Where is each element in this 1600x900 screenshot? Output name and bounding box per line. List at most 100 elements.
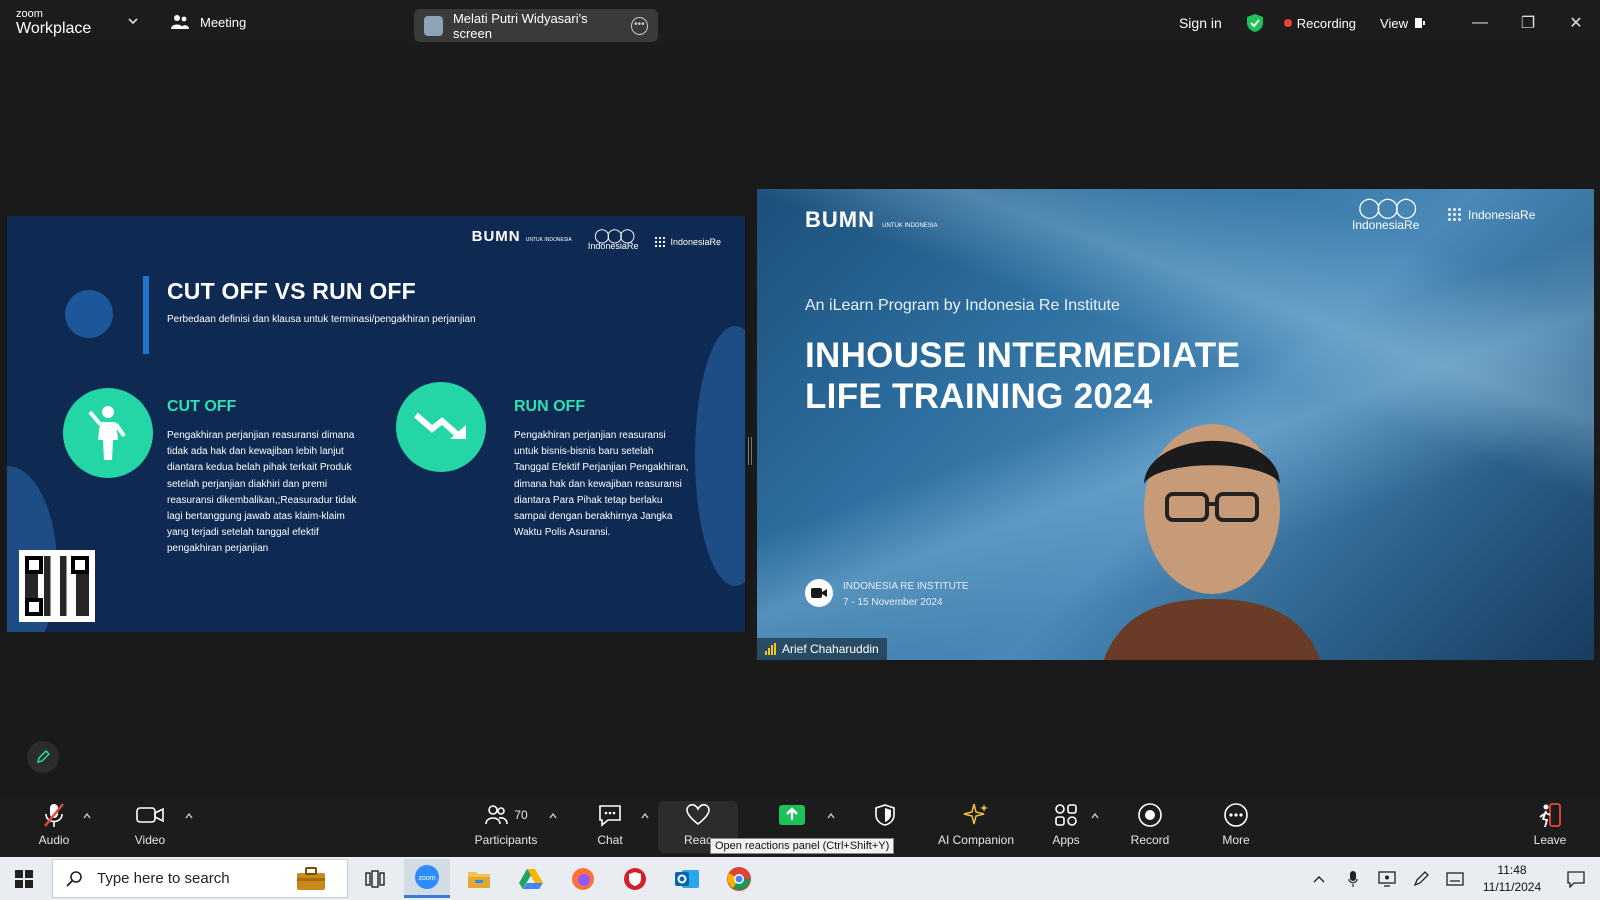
body-line: lagi bertanggung jawab atas klaim-klaim xyxy=(167,511,345,523)
more-options-icon[interactable]: ••• xyxy=(630,16,648,35)
participant-name-tag: Arief Chaharuddin xyxy=(757,638,887,660)
share-screen-icon xyxy=(779,805,805,825)
record-icon xyxy=(1138,803,1162,827)
leave-label: Leave xyxy=(1533,833,1567,847)
bumn-logo-text: BUMN xyxy=(805,207,875,232)
zoom-logo: zoom Workplace xyxy=(16,9,91,37)
windows-taskbar: Type here to search zoom 11:48 11/11/202… xyxy=(0,857,1600,900)
run-off-heading: RUN OFF xyxy=(514,398,586,415)
participants-icon xyxy=(485,805,509,825)
bumn-logo-text: BUMN xyxy=(471,228,521,245)
view-menu[interactable]: View xyxy=(1380,16,1426,31)
event-org: INDONESIA RE INSTITUTE xyxy=(843,581,969,592)
pen-icon[interactable] xyxy=(1404,857,1438,900)
task-view-icon[interactable] xyxy=(352,859,398,898)
meeting-menu[interactable]: Meeting xyxy=(170,14,246,30)
apps-button[interactable]: Apps xyxy=(1026,801,1106,853)
more-button[interactable]: More xyxy=(1196,801,1276,853)
more-label: More xyxy=(1222,833,1250,847)
body-line: diantara Para Pihak tetap berlaku xyxy=(514,494,663,506)
close-icon[interactable]: ✕ xyxy=(1552,0,1600,46)
body-line: Pengakhiran perjanjian reasuransi xyxy=(514,430,666,441)
microphone-icon[interactable] xyxy=(1336,857,1370,900)
presenter-avatar xyxy=(424,15,443,36)
annotate-pencil-icon[interactable] xyxy=(27,741,59,773)
qr-finder xyxy=(25,556,43,574)
sparkle-icon xyxy=(963,803,988,825)
chat-button[interactable]: Chat xyxy=(570,801,650,853)
clock-time: 11:48 xyxy=(1497,862,1527,877)
body-line: Waktu Polis Asuransi. xyxy=(514,527,611,539)
chevron-up-icon[interactable] xyxy=(1302,857,1336,900)
rings-icon: ◯◯◯ xyxy=(1358,197,1417,219)
brand-top: zoom xyxy=(16,8,43,20)
sign-in-link[interactable]: Sign in xyxy=(1179,15,1222,31)
people-icon xyxy=(171,15,189,29)
security-app-icon[interactable] xyxy=(612,859,658,898)
chevron-up-icon[interactable] xyxy=(82,811,92,821)
body-line: diantara kedua belah pihak terkait Produ… xyxy=(167,462,352,474)
indonesia-re-institute-logo: IndonesiaRe xyxy=(1447,207,1535,223)
video-button[interactable]: Video xyxy=(110,801,190,853)
body-line: dimana hak dan kewajiban reasuransi xyxy=(514,478,682,490)
view-label: View xyxy=(1380,15,1408,31)
security-shield-icon[interactable] xyxy=(1246,13,1264,33)
record-label: Record xyxy=(1130,833,1170,847)
restore-icon[interactable]: ❐ xyxy=(1504,0,1552,46)
zoom-app-icon[interactable]: zoom xyxy=(404,859,450,898)
participants-count: 70 xyxy=(514,808,528,822)
recording-label: Recording xyxy=(1296,15,1357,31)
keyboard-icon[interactable] xyxy=(1438,857,1472,900)
google-drive-icon[interactable] xyxy=(508,859,554,898)
notifications-icon[interactable] xyxy=(1552,857,1600,900)
indonesia-re-logo-text: IndonesiaRe xyxy=(1352,218,1420,232)
leave-button[interactable]: Leave xyxy=(1510,801,1590,853)
chevron-up-icon[interactable] xyxy=(548,811,558,821)
body-line: pengakhiran perjanjian xyxy=(167,543,269,555)
body-line: Tanggal Efektif Perjanjian Pengakhiran, xyxy=(514,462,689,474)
participants-button[interactable]: 70 Participants xyxy=(456,801,556,853)
security-shield-icon xyxy=(875,804,895,826)
chevron-down-icon[interactable] xyxy=(126,14,140,28)
cut-off-heading: CUT OFF xyxy=(167,398,237,415)
chevron-up-icon[interactable] xyxy=(640,811,650,821)
outlook-icon[interactable] xyxy=(664,859,710,898)
minimize-icon[interactable]: — xyxy=(1456,0,1504,46)
system-clock[interactable]: 11:48 11/11/2024 xyxy=(1472,862,1552,896)
clock-date: 11/11/2024 xyxy=(1482,879,1542,894)
chrome-icon[interactable] xyxy=(716,859,762,898)
rings-icon: ◯◯◯ xyxy=(594,227,635,243)
reactions-tooltip: Open reactions panel (Ctrl+Shift+Y) xyxy=(710,838,895,854)
chevron-up-icon[interactable] xyxy=(1090,811,1100,821)
chevron-up-icon[interactable] xyxy=(826,811,836,821)
screen-share-indicator[interactable]: Melati Putri Widyasari's screen ••• xyxy=(414,9,658,42)
chevron-up-icon[interactable] xyxy=(184,811,194,821)
signal-bars-icon xyxy=(765,643,776,655)
svg-text:zoom: zoom xyxy=(418,875,435,882)
leave-icon xyxy=(1539,803,1561,828)
taskbar-search-box[interactable]: Type here to search xyxy=(52,859,348,898)
recording-indicator[interactable]: Recording xyxy=(1283,15,1357,31)
firefox-icon[interactable] xyxy=(560,859,606,898)
indonesia-re-logo-text: IndonesiaRe xyxy=(587,241,639,251)
participant-video[interactable]: BUMN UNTUK INDONESIA ◯◯◯ IndonesiaRe Indo… xyxy=(757,189,1594,660)
file-explorer-icon[interactable] xyxy=(456,859,502,898)
briefcase-icon xyxy=(297,866,325,890)
audio-button[interactable]: Audio xyxy=(14,801,94,853)
qr-code xyxy=(19,550,95,622)
qr-finder xyxy=(71,556,89,574)
slide-title: CUT OFF VS RUN OFF xyxy=(167,278,416,304)
share-label: Melati Putri Widyasari's screen xyxy=(452,10,588,41)
screen-capture-icon[interactable] xyxy=(1370,857,1404,900)
apps-icon xyxy=(1055,804,1077,826)
qr-finder xyxy=(25,598,43,616)
windows-start-icon[interactable] xyxy=(0,857,48,900)
speaker-silhouette xyxy=(1103,424,1321,660)
search-placeholder: Type here to search xyxy=(97,870,230,887)
record-button[interactable]: Record xyxy=(1110,801,1190,853)
zoom-window: zoom Workplace Meeting Melati Putri Widy… xyxy=(0,0,1600,900)
ai-companion-button[interactable]: AI Companion xyxy=(926,801,1026,853)
resize-handle[interactable] xyxy=(748,437,752,465)
cut-off-body: Pengakhiran perjanjian reasuransi dimana… xyxy=(167,428,372,558)
event-info: INDONESIA RE INSTITUTE 7 - 15 November 2… xyxy=(843,579,969,611)
